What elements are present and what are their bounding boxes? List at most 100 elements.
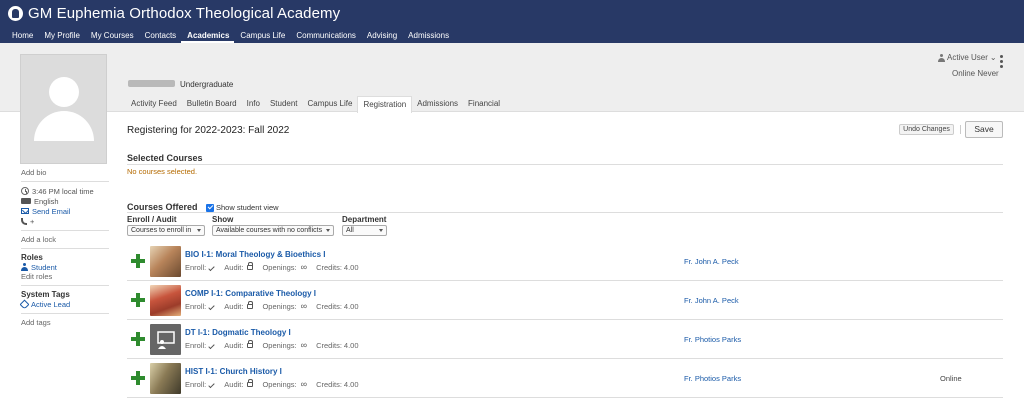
openings-label: Openings: xyxy=(262,340,297,350)
credits-value: 4.00 xyxy=(343,301,359,311)
checkbox-checked-icon[interactable] xyxy=(206,203,214,212)
divider xyxy=(21,181,109,182)
credits-label: Credits: xyxy=(316,340,342,350)
course-meta: Enroll: Audit: Openings: ∞ Credits: 4.00 xyxy=(185,262,359,272)
tab-campus-life[interactable]: Campus Life xyxy=(303,96,358,112)
credits-value: 4.00 xyxy=(343,379,359,389)
nav-communications[interactable]: Communications xyxy=(290,28,361,43)
tab-info[interactable]: Info xyxy=(242,96,265,112)
active-user-label: Active User xyxy=(947,53,988,62)
add-bio-link[interactable]: Add bio xyxy=(21,168,109,177)
show-student-view-toggle[interactable]: Show student view xyxy=(206,203,279,212)
tag-active-lead[interactable]: Active Lead xyxy=(19,299,109,309)
send-email-text: Send Email xyxy=(32,206,71,216)
undo-changes-button[interactable]: Undo Changes xyxy=(899,124,954,135)
lock-icon xyxy=(247,379,254,387)
roles-heading: Roles xyxy=(21,253,43,262)
nav-advising[interactable]: Advising xyxy=(361,28,402,43)
add-course-plus-icon[interactable] xyxy=(131,254,145,268)
active-user-menu[interactable]: Active User ⌄ xyxy=(938,53,997,62)
tag-icon xyxy=(19,299,30,309)
nav-academics[interactable]: Academics xyxy=(181,28,235,43)
send-email-link[interactable]: Send Email xyxy=(21,206,109,216)
button-separator xyxy=(960,125,961,134)
instructor-link[interactable]: Fr. John A. Peck xyxy=(684,296,739,305)
course-meta: Enroll: Audit: Openings: ∞ Credits: 4.00 xyxy=(185,301,359,311)
show-label: Show xyxy=(212,215,234,224)
instructor-link[interactable]: Fr. Photios Parks xyxy=(684,335,741,344)
profile-tabs: Activity Feed Bulletin Board Info Studen… xyxy=(126,96,505,113)
tab-admissions[interactable]: Admissions xyxy=(412,96,463,112)
phone-add[interactable]: + xyxy=(21,216,109,226)
department-select[interactable]: All xyxy=(342,225,387,236)
tab-registration[interactable]: Registration xyxy=(357,96,413,113)
tab-activity-feed[interactable]: Activity Feed xyxy=(126,96,182,112)
course-thumbnail xyxy=(150,285,181,316)
department-value: All xyxy=(346,227,354,234)
check-icon xyxy=(208,303,215,310)
infinity-icon: ∞ xyxy=(300,379,308,389)
edit-roles-link[interactable]: Edit roles xyxy=(21,272,109,281)
instructor-link[interactable]: Fr. Photios Parks xyxy=(684,374,741,383)
student-name-redacted xyxy=(128,80,175,87)
profile-sidebar: Add bio 3:46 PM local time English Send … xyxy=(19,168,109,327)
nav-home[interactable]: Home xyxy=(6,28,38,43)
course-title-link[interactable]: COMP I-1: Comparative Theology I xyxy=(185,289,316,298)
avatar[interactable] xyxy=(20,54,107,164)
course-title-link[interactable]: HIST I-1: Church History I xyxy=(185,367,282,376)
openings-label: Openings: xyxy=(262,301,297,311)
infinity-icon: ∞ xyxy=(300,262,308,272)
course-row: COMP I-1: Comparative Theology I Enroll:… xyxy=(127,281,1003,320)
save-button[interactable]: Save xyxy=(965,121,1003,138)
enroll-audit-select[interactable]: Courses to enroll in xyxy=(127,225,205,236)
infinity-icon: ∞ xyxy=(300,301,308,311)
course-meta: Enroll: Audit: Openings: ∞ Credits: 4.00 xyxy=(185,379,359,389)
infinity-icon: ∞ xyxy=(300,340,308,350)
nav-admissions[interactable]: Admissions xyxy=(402,28,454,43)
enroll-label: Enroll: xyxy=(185,340,207,350)
divider xyxy=(21,285,109,286)
language: English xyxy=(21,196,109,206)
lock-icon xyxy=(247,340,254,348)
lock-icon xyxy=(247,301,254,309)
system-tags-heading: System Tags xyxy=(21,290,70,299)
add-course-plus-icon[interactable] xyxy=(131,332,145,346)
add-lock-link[interactable]: Add a lock xyxy=(21,235,109,244)
tab-bulletin-board[interactable]: Bulletin Board xyxy=(182,96,242,112)
online-status: Online Never xyxy=(952,69,999,78)
user-icon xyxy=(21,263,28,271)
divider xyxy=(21,313,109,314)
course-title-link[interactable]: BIO I-1: Moral Theology & Bioethics I xyxy=(185,250,325,259)
role-student[interactable]: Student xyxy=(21,262,109,272)
nav-contacts[interactable]: Contacts xyxy=(139,28,182,43)
credits-label: Credits: xyxy=(316,301,342,311)
more-options-icon[interactable] xyxy=(999,55,1003,68)
add-course-plus-icon[interactable] xyxy=(131,293,145,307)
nav-my-courses[interactable]: My Courses xyxy=(85,28,139,43)
nav-campus-life[interactable]: Campus Life xyxy=(234,28,290,43)
lock-icon xyxy=(247,262,254,270)
brand[interactable]: GM Euphemia Orthodox Theological Academy xyxy=(8,4,340,22)
top-bar: GM Euphemia Orthodox Theological Academy… xyxy=(0,0,1024,43)
enroll-label: Enroll: xyxy=(185,379,207,389)
course-row: HIST I-1: Church History I Enroll: Audit… xyxy=(127,359,1003,398)
course-thumbnail xyxy=(150,246,181,277)
audit-label: Audit: xyxy=(224,301,244,311)
chevron-down-icon xyxy=(197,229,201,232)
enroll-label: Enroll: xyxy=(185,262,207,272)
credits-value: 4.00 xyxy=(343,340,359,350)
course-title-link[interactable]: DT I-1: Dogmatic Theology I xyxy=(185,328,291,337)
show-select[interactable]: Available courses with no conflicts xyxy=(212,225,334,236)
seal-logo-icon xyxy=(8,5,23,21)
clock-icon xyxy=(21,187,29,195)
enroll-audit-value: Courses to enroll in xyxy=(131,227,192,234)
nav-my-profile[interactable]: My Profile xyxy=(38,28,85,43)
add-tags-link[interactable]: Add tags xyxy=(21,318,109,327)
tab-financial[interactable]: Financial xyxy=(463,96,505,112)
course-mode: Online xyxy=(940,374,962,383)
instructor-link[interactable]: Fr. John A. Peck xyxy=(684,257,739,266)
tab-student[interactable]: Student xyxy=(265,96,303,112)
add-course-plus-icon[interactable] xyxy=(131,371,145,385)
course-row: DT I-1: Dogmatic Theology I Enroll: Audi… xyxy=(127,320,1003,359)
student-level: Undergraduate xyxy=(180,80,234,89)
